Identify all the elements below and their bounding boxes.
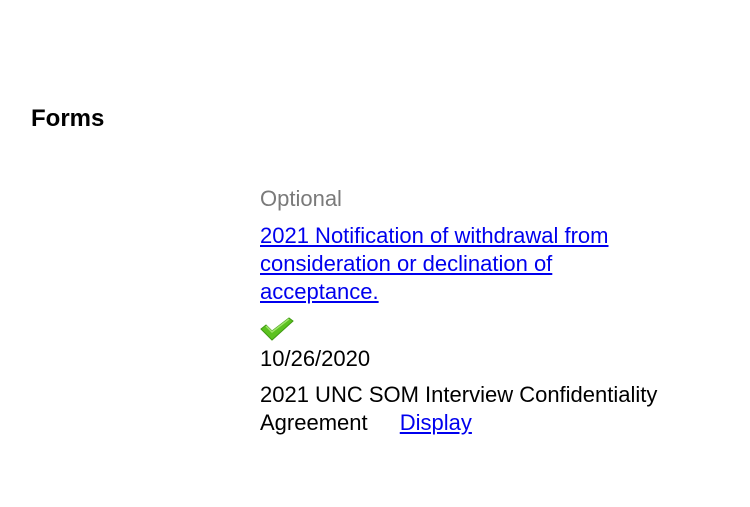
withdrawal-form-link[interactable]: 2021 Notification of withdrawal from con… bbox=[260, 222, 660, 306]
forms-heading: Forms bbox=[31, 105, 105, 132]
display-agreement-link[interactable]: Display bbox=[400, 410, 472, 435]
checkmark-icon-graphic bbox=[260, 317, 294, 341]
completion-date: 10/26/2020 bbox=[260, 346, 371, 371]
confidentiality-agreement: 2021 UNC SOM Interview Confidentiality A… bbox=[260, 381, 710, 437]
forms-list: Optional 2021 Notification of withdrawal… bbox=[260, 185, 710, 437]
checkmark-icon bbox=[260, 314, 294, 342]
optional-status-label: Optional bbox=[260, 186, 342, 211]
